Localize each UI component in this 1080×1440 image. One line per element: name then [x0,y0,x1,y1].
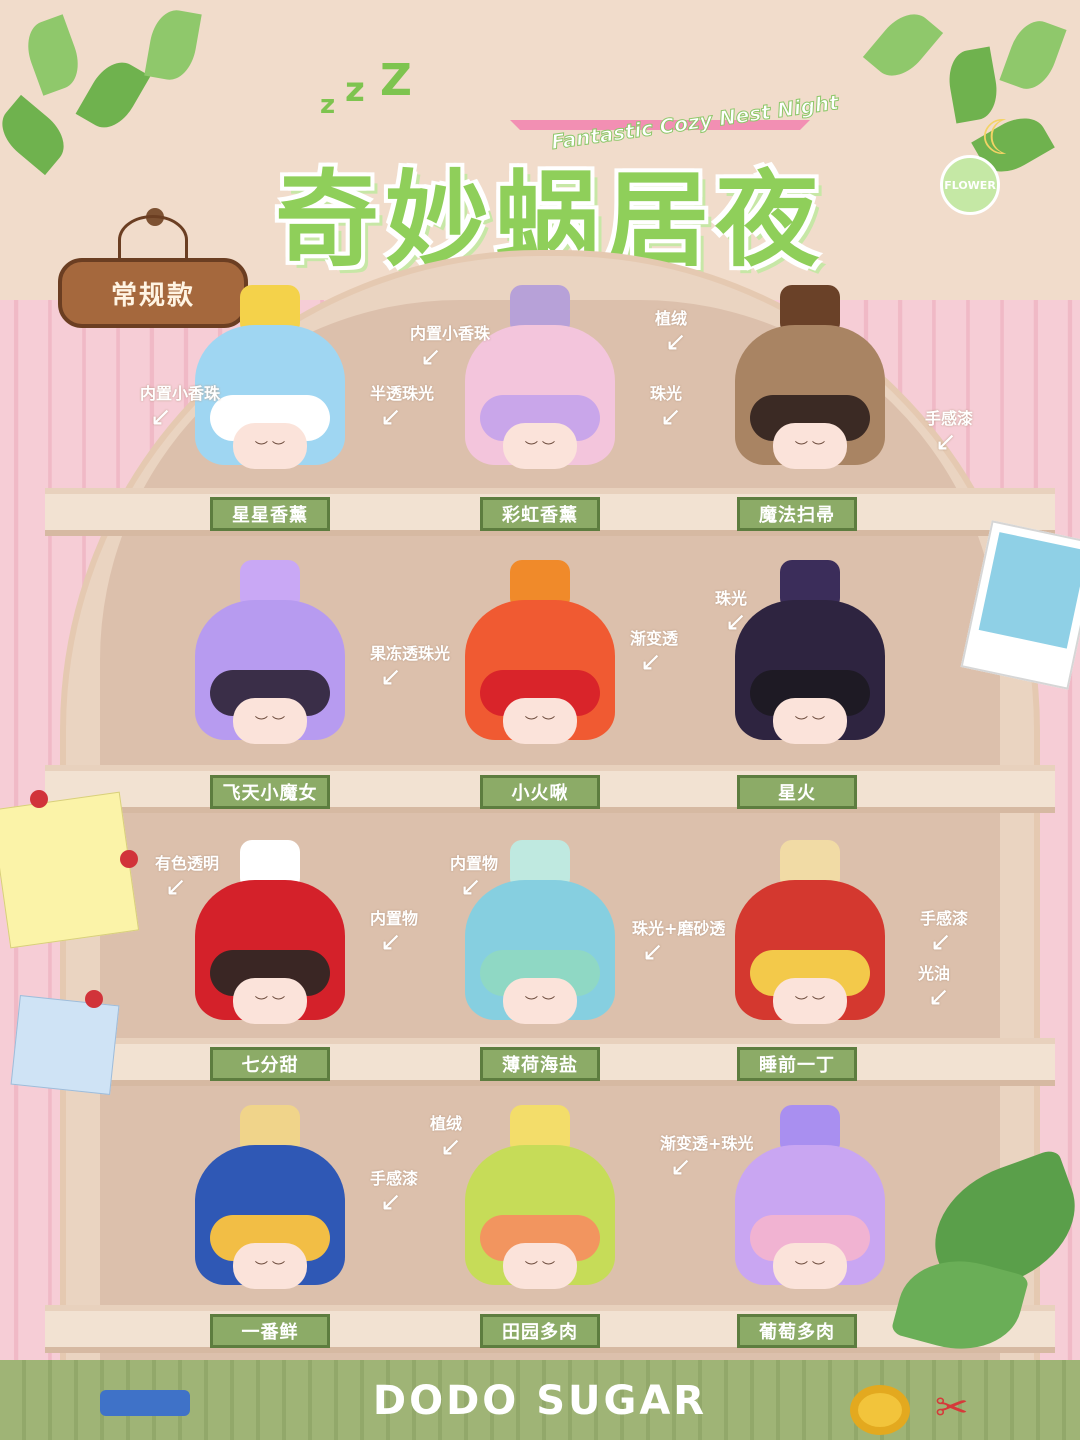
note-arrow-icon: ↙ [642,937,664,967]
material-note: 手感漆 [920,909,969,928]
note-arrow-icon: ↙ [670,1152,692,1182]
figure-3-0: ︶ ︶ [185,1105,355,1305]
figure-name-text: 七分甜 [241,1055,299,1076]
figure-name-text: 小火啾 [511,783,569,804]
material-note: 果冻透珠光 [370,644,451,663]
figure-name-label: 彩虹香薰 [480,497,600,531]
note-arrow-icon: ↙ [380,927,402,957]
note-arrow-icon: ↙ [440,1132,462,1162]
figure-1-2: ︶ ︶ [725,560,895,760]
figure-name-text: 葡萄多肉 [759,1322,835,1343]
pin-icon [85,990,103,1008]
flower-badge: FLOWER [940,155,1000,215]
material-note: 手感漆 [925,409,974,428]
moon-icon: ☾ [980,110,1024,166]
sleeping-face-icon: ︶ ︶ [503,698,577,744]
note-arrow-icon: ↙ [380,402,402,432]
sleeping-face-icon: ︶ ︶ [773,698,847,744]
sleeping-face-icon: ︶ ︶ [503,1243,577,1289]
material-note: 光油 [918,964,951,983]
figure-name-label: 睡前一丁 [737,1047,857,1081]
figure-name-label: 星星香薰 [210,497,330,531]
figure-0-1: ︶ ︶ [455,285,625,485]
note-arrow-icon: ↙ [665,327,687,357]
material-note: 植绒 [430,1114,463,1133]
sleeping-face-icon: ︶ ︶ [773,423,847,469]
note-arrow-icon: ↙ [380,1187,402,1217]
figure-name-text: 魔法扫帚 [759,505,835,526]
figure-name-label: 星火 [737,775,857,809]
series-sign-label: 常规款 [110,280,195,311]
material-note: 渐变透+珠光 [660,1134,754,1153]
note-arrow-icon: ↙ [420,342,442,372]
figure-name-label: 魔法扫帚 [737,497,857,531]
material-note: 珠光+磨砂透 [632,919,726,938]
figure-name-text: 睡前一丁 [759,1055,835,1076]
figure-name-label: 田园多肉 [480,1314,600,1348]
sleep-z-icon: Z [380,55,412,106]
sleeping-face-icon: ︶ ︶ [773,978,847,1024]
figure-name-text: 星火 [778,783,816,804]
material-note: 渐变透 [630,629,679,648]
sleep-z-icon: z [320,90,336,120]
figure-name-text: 星星香薰 [232,505,308,526]
figure-name-text: 薄荷海盐 [502,1055,578,1076]
note-arrow-icon: ↙ [930,927,952,957]
sleeping-face-icon: ︶ ︶ [773,1243,847,1289]
material-note: 植绒 [655,309,688,328]
sleeping-face-icon: ︶ ︶ [503,978,577,1024]
material-note: 内置物 [450,854,499,873]
figure-name-label: 七分甜 [210,1047,330,1081]
note-arrow-icon: ↙ [725,607,747,637]
figure-name-text: 飞天小魔女 [222,783,318,804]
figure-name-text: 彩虹香薰 [502,505,578,526]
figure-name-label: 葡萄多肉 [737,1314,857,1348]
note-arrow-icon: ↙ [928,982,950,1012]
material-note: 手感漆 [370,1169,419,1188]
figure-0-2: ︶ ︶ [725,285,895,485]
figure-name-label: 薄荷海盐 [480,1047,600,1081]
sleeping-face-icon: ︶ ︶ [233,698,307,744]
sleeping-face-icon: ︶ ︶ [233,978,307,1024]
title-block: Fantastic Cozy Nest Night z z Z ☾ FLOWER… [210,55,1023,281]
figure-name-label: 一番鲜 [210,1314,330,1348]
note-arrow-icon: ↙ [660,402,682,432]
note-arrow-icon: ↙ [165,872,187,902]
material-note: 内置小香珠 [140,384,221,403]
figure-name-label: 小火啾 [480,775,600,809]
note-arrow-icon: ↙ [380,662,402,692]
pin-icon [120,850,138,868]
figure-name-text: 一番鲜 [241,1322,299,1343]
material-note: 珠光 [715,589,748,608]
note-arrow-icon: ↙ [935,427,957,457]
material-note: 有色透明 [155,854,220,873]
material-note: 内置物 [370,909,419,928]
figure-1-0: ︶ ︶ [185,560,355,760]
figure-3-1: ︶ ︶ [455,1105,625,1305]
figure-name-text: 田园多肉 [502,1322,578,1343]
note-arrow-icon: ↙ [640,647,662,677]
material-note: 内置小香珠 [410,324,491,343]
material-note: 半透珠光 [370,384,435,403]
sleeping-face-icon: ︶ ︶ [233,1243,307,1289]
figure-1-1: ︶ ︶ [455,560,625,760]
note-arrow-icon: ↙ [150,402,172,432]
material-note: 珠光 [650,384,683,403]
figure-2-2: ︶ ︶ [725,840,895,1040]
figure-name-label: 飞天小魔女 [210,775,330,809]
brand-name: DODO SUGAR [372,1378,708,1424]
sleep-z-icon: z [345,70,365,110]
pin-icon [30,790,48,808]
sticky-note [0,791,140,949]
sleeping-face-icon: ︶ ︶ [233,423,307,469]
sleeping-face-icon: ︶ ︶ [503,423,577,469]
memo-card [10,995,120,1095]
note-arrow-icon: ↙ [460,872,482,902]
